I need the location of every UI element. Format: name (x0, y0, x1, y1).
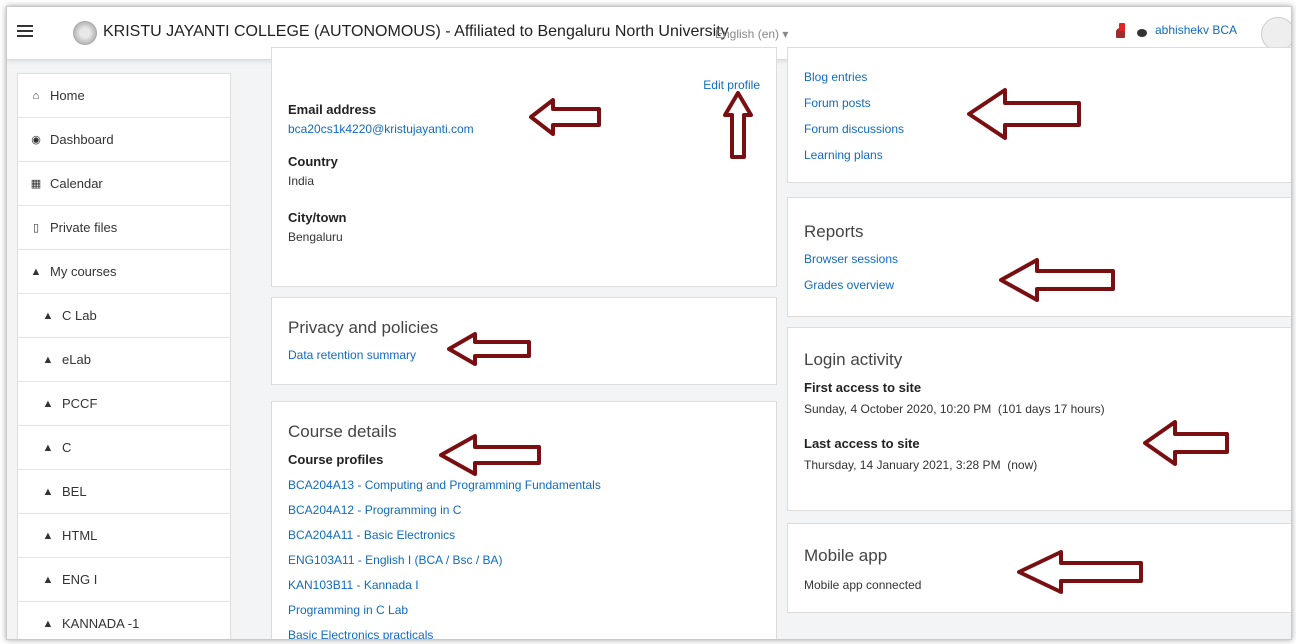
reports-title: Reports (804, 222, 864, 241)
annotation-arrow-left-icon (529, 98, 601, 136)
sidebar-item-label: Calendar (50, 176, 103, 191)
sidebar-item-course[interactable]: ▲ PCCF (18, 382, 230, 426)
graduation-cap-icon: ▲ (42, 309, 54, 322)
sidebar-item-label: C (62, 440, 72, 455)
sidebar-item-label: KANNADA -1 (62, 616, 140, 631)
sidebar-item-label: Private files (50, 220, 118, 235)
misc-links: Blog entries Forum posts Forum discussio… (804, 70, 904, 174)
sidebar-item-home[interactable]: ⌂ Home (18, 74, 230, 118)
last-access-label: Last access to site (804, 436, 920, 451)
privacy-title: Privacy and policies (288, 318, 439, 337)
sidebar-item-label: HTML (62, 528, 98, 543)
course-link[interactable]: BCA204A11 - Basic Electronics (288, 528, 601, 553)
sidebar-item-calendar[interactable]: ▦ Calendar (18, 162, 230, 206)
last-access-value: Thursday, 14 January 2021, 3:28 PM (now) (804, 458, 1038, 472)
country-label: Country (288, 154, 338, 169)
browser-sessions-link[interactable]: Browser sessions (804, 252, 898, 266)
sidebar-item-course[interactable]: ▲ KANNADA -1 (18, 602, 230, 639)
calendar-icon: ▦ (30, 178, 42, 190)
sidebar-item-course[interactable]: ▲ C (18, 426, 230, 470)
hamburger-menu-icon[interactable] (17, 25, 33, 39)
sidebar-item-label: ENG I (62, 572, 98, 587)
sidebar-item-label: C Lab (62, 308, 97, 323)
course-link[interactable]: ENG103A11 - English I (BCA / Bsc / BA) (288, 553, 601, 578)
file-icon: ▯ (32, 222, 40, 234)
first-access-value: Sunday, 4 October 2020, 10:20 PM (101 da… (804, 402, 1105, 416)
sidebar-item-label: Home (50, 88, 85, 103)
sidebar-item-label: Dashboard (50, 132, 114, 147)
sidebar-item-course[interactable]: ▲ ENG I (18, 558, 230, 602)
grades-overview-link[interactable]: Grades overview (804, 278, 894, 292)
graduation-cap-icon: ▲ (42, 397, 54, 410)
college-logo (73, 21, 97, 45)
language-menu[interactable]: English (en) ▾ (715, 27, 788, 41)
dashboard-icon: ◉ (31, 134, 41, 146)
sidebar-item-course[interactable]: ▲ C Lab (18, 294, 230, 338)
login-activity-title: Login activity (804, 350, 903, 369)
sidebar-item-dashboard[interactable]: ◉ Dashboard (18, 118, 230, 162)
browser-frame: KRISTU JAYANTI COLLEGE (AUTONOMOUS) - Af… (6, 6, 1292, 640)
home-icon: ⌂ (32, 89, 40, 102)
sidebar-item-label: My courses (50, 264, 117, 279)
course-link[interactable]: BCA204A13 - Computing and Programming Fu… (288, 478, 601, 503)
avatar[interactable] (1261, 17, 1291, 51)
mobile-app-title: Mobile app (804, 546, 888, 565)
learning-plans-link[interactable]: Learning plans (804, 148, 904, 174)
graduation-cap-icon: ▲ (42, 485, 54, 498)
forum-posts-link[interactable]: Forum posts (804, 96, 904, 122)
annotation-arrow-left-icon (999, 258, 1115, 302)
course-link[interactable]: KAN103B11 - Kannada I (288, 578, 601, 603)
graduation-cap-icon: ▲ (42, 617, 54, 630)
email-link[interactable]: bca20cs1k4220@kristujayanti.com (288, 122, 474, 136)
sidebar-item-course[interactable]: ▲ HTML (18, 514, 230, 558)
annotation-arrow-left-icon (1143, 420, 1229, 466)
data-retention-link[interactable]: Data retention summary (288, 348, 416, 362)
city-label: City/town (288, 210, 347, 225)
city-value: Bengaluru (288, 230, 343, 244)
sidebar-item-label: eLab (62, 352, 91, 367)
annotation-arrow-left-icon (447, 332, 531, 366)
annotation-arrow-left-icon (1017, 550, 1143, 594)
sidebar-item-label: PCCF (62, 396, 98, 411)
email-label: Email address (288, 102, 377, 117)
mobile-app-status: Mobile app connected (804, 578, 922, 592)
graduation-cap-icon: ▲ (42, 353, 54, 366)
graduation-cap-icon: ▲ (42, 529, 54, 542)
sidebar-item-private-files[interactable]: ▯ Private files (18, 206, 230, 250)
annotation-arrow-left-icon (439, 434, 541, 476)
course-link[interactable]: Programming in C Lab (288, 603, 601, 628)
user-menu-name[interactable]: abhishekv BCA (1155, 23, 1237, 37)
annotation-arrow-left-icon (967, 88, 1081, 140)
nav-drawer: ⌂ Home ◉ Dashboard ▦ Calendar ▯ Private file… (17, 73, 231, 639)
graduation-cap-icon: ▲ (42, 573, 54, 586)
course-list: BCA204A13 - Computing and Programming Fu… (288, 478, 601, 639)
sidebar-item-label: BEL (62, 484, 87, 499)
user-details-card: Edit profile Email address bca20cs1k4220… (271, 47, 777, 287)
country-value: India (288, 174, 315, 188)
sidebar-item-course[interactable]: ▲ eLab (18, 338, 230, 382)
sidebar-item-my-courses[interactable]: ▲ My courses (18, 250, 230, 294)
course-link[interactable]: BCA204A12 - Programming in C (288, 503, 601, 528)
site-title[interactable]: KRISTU JAYANTI COLLEGE (AUTONOMOUS) - Af… (103, 23, 729, 41)
graduation-cap-icon: ▲ (42, 441, 54, 454)
sidebar-item-course[interactable]: ▲ BEL (18, 470, 230, 514)
first-access-label: First access to site (804, 380, 922, 395)
forum-discussions-link[interactable]: Forum discussions (804, 122, 904, 148)
blog-entries-link[interactable]: Blog entries (804, 70, 904, 96)
messages-icon[interactable] (1137, 29, 1147, 37)
course-profiles-label: Course profiles (288, 452, 384, 467)
annotation-arrow-up-icon (723, 91, 753, 159)
graduation-cap-icon: ▲ (30, 265, 42, 278)
course-details-title: Course details (288, 422, 397, 441)
notification-bell-icon[interactable] (1115, 23, 1127, 39)
edit-profile-link[interactable]: Edit profile (703, 78, 760, 92)
course-link[interactable]: Basic Electronics practicals (288, 628, 601, 639)
